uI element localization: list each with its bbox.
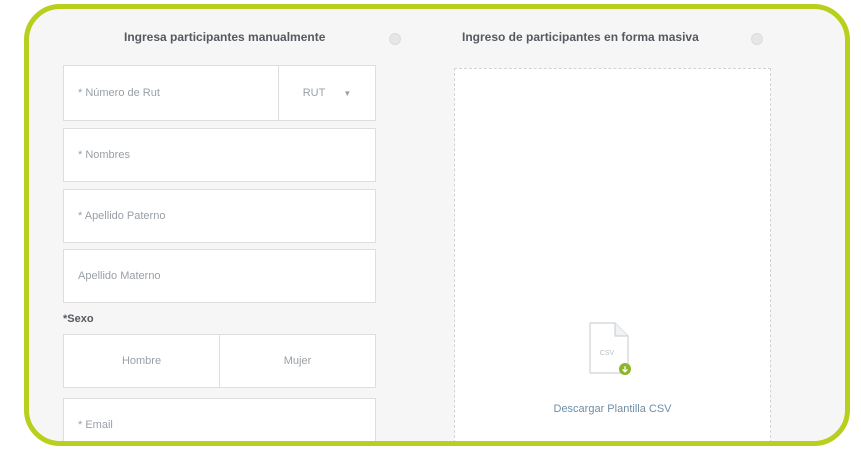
nombres-placeholder: * Nombres [78,149,130,161]
csv-upload-dropzone[interactable]: CSV Descargar Plantilla CSV [454,68,771,441]
bulk-entry-title: Ingreso de participantes en forma masiva [462,30,699,44]
chevron-down-icon: ▼ [343,88,352,98]
sexo-selector: Hombre Mujer [63,334,376,388]
apellido-materno-placeholder: Apellido Materno [78,270,161,282]
manual-entry-panel: Ingresa participantes manualmente * Núme… [63,9,401,441]
rut-type-value: RUT [302,87,326,99]
email-input[interactable]: * Email [63,398,376,441]
form-frame: Ingresa participantes manualmente * Núme… [24,4,850,446]
rut-input[interactable]: * Número de Rut RUT ▼ [63,65,376,121]
csv-file-icon: CSV [589,322,631,375]
rut-placeholder: * Número de Rut [78,87,160,99]
nombres-input[interactable]: * Nombres [63,128,376,182]
rut-type-select[interactable]: RUT ▼ [278,66,375,120]
help-icon[interactable] [389,33,401,45]
csv-icon-label: CSV [600,350,615,357]
sexo-option-hombre[interactable]: Hombre [64,335,219,387]
email-placeholder: * Email [78,419,113,431]
sexo-label: *Sexo [63,313,94,325]
apellido-materno-input[interactable]: Apellido Materno [63,249,376,303]
sexo-option-mujer[interactable]: Mujer [219,335,375,387]
manual-entry-title: Ingresa participantes manualmente [124,30,326,44]
apellido-paterno-input[interactable]: * Apellido Paterno [63,189,376,243]
download-template-link[interactable]: Descargar Plantilla CSV [455,403,770,415]
help-icon[interactable] [751,33,763,45]
apellido-paterno-placeholder: * Apellido Paterno [78,210,166,222]
